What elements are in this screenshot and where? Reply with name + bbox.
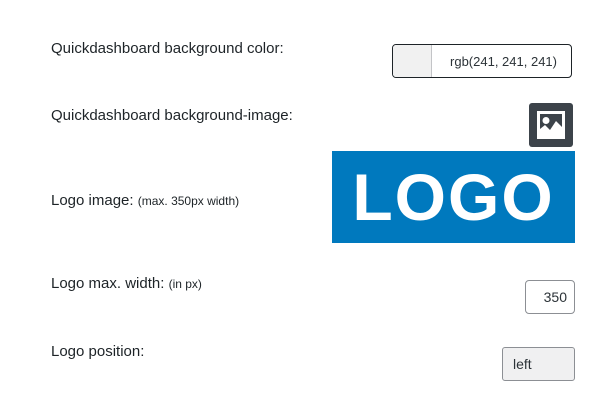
logo-width-label-text: Logo max. width: xyxy=(51,275,165,292)
logo-width-label: Logo max. width: (in px) xyxy=(51,275,202,293)
color-swatch[interactable] xyxy=(393,45,432,77)
logo-position-label: Logo position: xyxy=(51,343,144,361)
logo-width-input[interactable]: 350 xyxy=(525,280,575,314)
logo-image-label: Logo image: (max. 350px width) xyxy=(51,192,239,210)
bg-color-label-text: Quickdashboard background color: xyxy=(51,40,284,57)
logo-position-label-text: Logo position: xyxy=(51,343,145,360)
logo-image-label-text: Logo image: xyxy=(51,192,134,209)
image-icon xyxy=(537,111,565,139)
bg-color-label: Quickdashboard background color: xyxy=(51,40,284,58)
image-picker-button[interactable] xyxy=(529,103,573,147)
logo-image-hint: (max. 350px width) xyxy=(137,194,240,208)
logo-width-hint: (in px) xyxy=(168,277,202,291)
bg-image-label: Quickdashboard background-image: xyxy=(51,107,293,125)
bg-color-picker[interactable]: rgb(241, 241, 241) xyxy=(392,44,572,78)
bg-color-value[interactable]: rgb(241, 241, 241) xyxy=(432,45,571,77)
bg-image-label-text: Quickdashboard background-image: xyxy=(51,107,293,124)
logo-text: LOGO xyxy=(352,160,555,234)
logo-position-select[interactable]: left xyxy=(502,347,575,381)
logo-image-preview[interactable]: LOGO xyxy=(332,151,575,243)
